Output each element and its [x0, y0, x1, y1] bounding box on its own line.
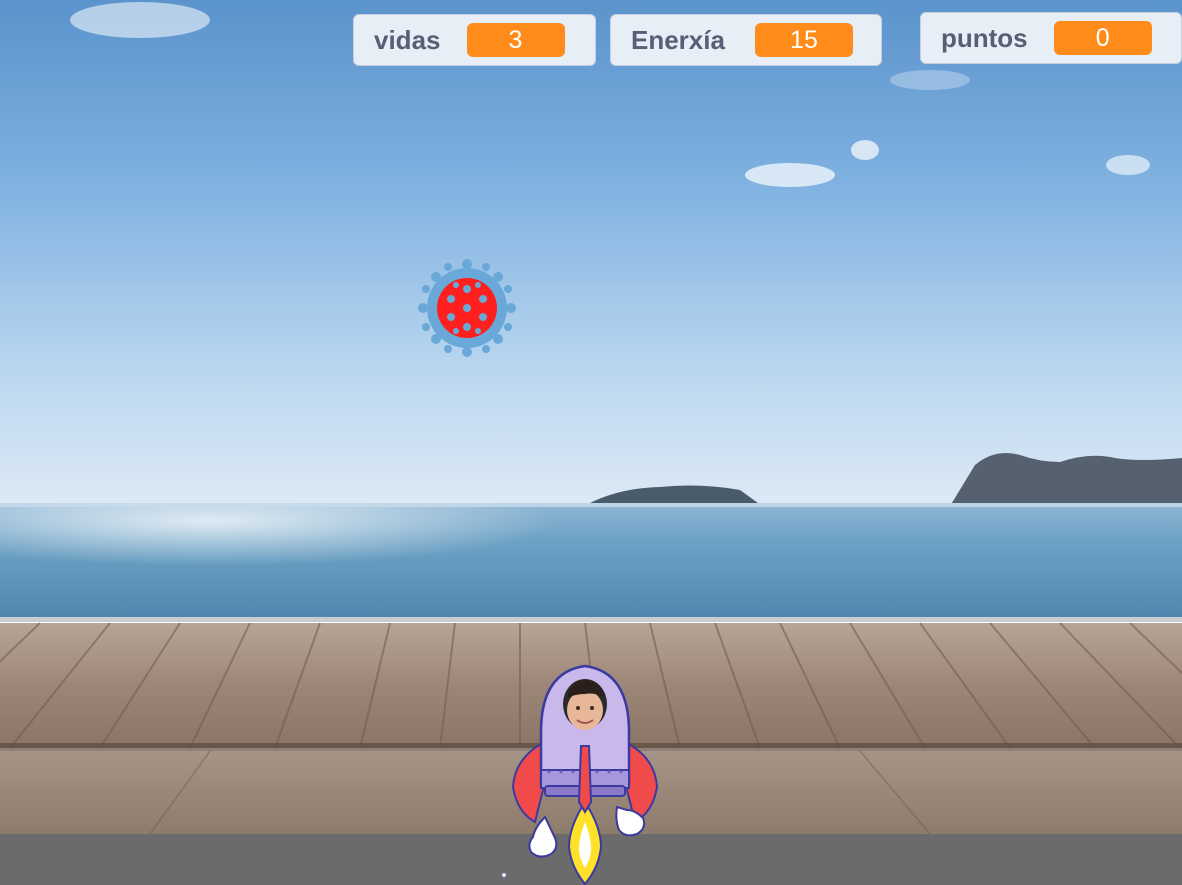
monitor-vidas[interactable]: vidas 3 [353, 14, 596, 66]
monitor-puntos[interactable]: puntos 0 [920, 12, 1182, 64]
monitor-puntos-label: puntos [941, 22, 1028, 53]
monitor-vidas-label: vidas [374, 24, 441, 55]
monitor-enerxia-label: Enerxía [631, 24, 725, 55]
monitor-puntos-value: 0 [1053, 21, 1152, 55]
rocket-icon[interactable] [505, 662, 665, 885]
monitor-enerxia-value: 15 [754, 23, 853, 57]
game-stage[interactable]: vidas 3 Enerxía 15 puntos 0 [0, 0, 1182, 885]
virus-icon[interactable] [418, 259, 516, 357]
monitor-vidas-value: 3 [466, 23, 565, 57]
monitor-enerxia[interactable]: Enerxía 15 [610, 14, 882, 66]
